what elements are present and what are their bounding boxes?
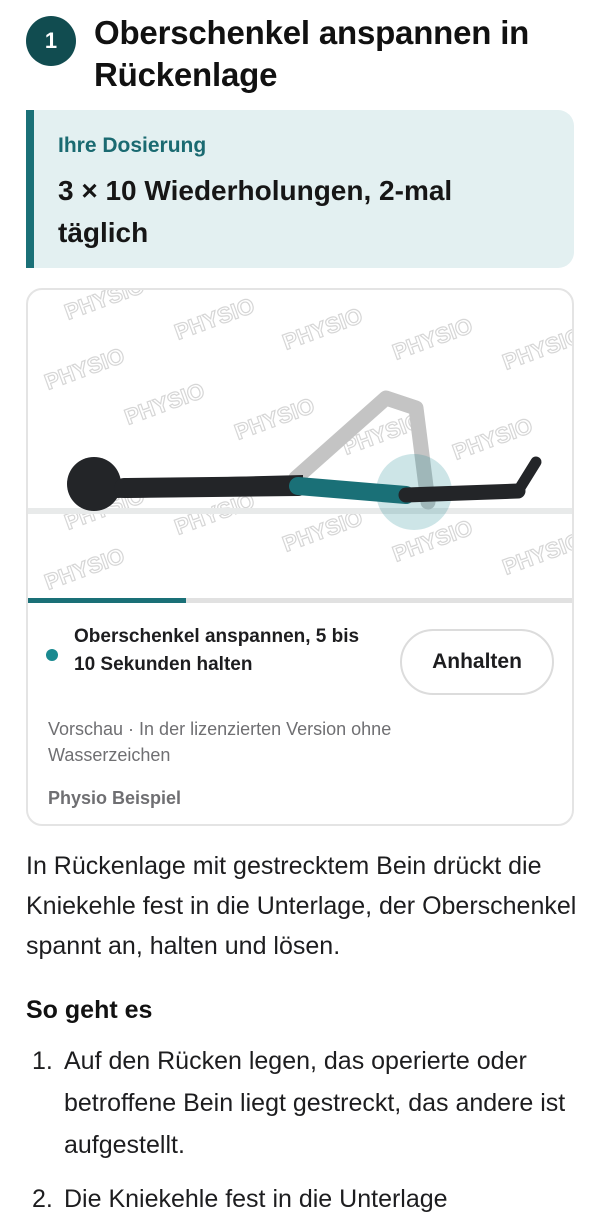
how-to-steps: 1. Auf den Rücken legen, das operierte o…: [26, 1040, 582, 1232]
dosage-value: 3 × 10 Wiederholungen, 2-mal täglich: [58, 175, 453, 248]
figure-head: [67, 457, 121, 511]
watermark-text: PHYSIO: [41, 343, 128, 395]
step-number: 2.: [32, 1185, 53, 1213]
stop-button[interactable]: Anhalten: [400, 629, 554, 695]
step-text: Auf den Rücken legen, das operierte oder…: [64, 1047, 566, 1159]
figure-lower-leg: [398, 483, 526, 503]
cue-row: Oberschenkel anspannen, 5 bis 10 Sekunde…: [28, 603, 572, 695]
how-to-heading: So geht es: [26, 996, 153, 1024]
exercise-title: Oberschenkel anspannen in Rückenlage: [94, 14, 530, 93]
watermark-text: PHYSIO: [121, 378, 208, 430]
how-to-step: 2. Die Kniekehle fest in die Unterlage: [26, 1178, 582, 1220]
watermark-text: PHYSIO: [449, 413, 536, 465]
watermark-text: PHYSIO: [61, 290, 148, 325]
cue-indicator-dot: [46, 649, 58, 661]
exercise-animation: PHYSIO PHYSIO PHYSIO PHYSIO PHYSIOPHYSIOPHYS…: [28, 290, 572, 595]
step-text: Die Kniekehle fest in die Unterlage: [64, 1185, 448, 1213]
watermark-text: PHYSIO: [389, 313, 476, 365]
brand-label: Physio Beispiel: [48, 788, 182, 808]
preview-note: Vorschau · In der lizenzierten Version o…: [48, 719, 392, 765]
watermark-text: PHYSIO: [499, 528, 572, 580]
floor-line: [28, 508, 572, 514]
exercise-description: In Rückenlage mit gestrecktem Bein drück…: [26, 852, 577, 960]
figure-foot: [512, 456, 542, 497]
figure-thigh: [289, 477, 415, 504]
watermark-text: PHYSIO: [231, 393, 318, 445]
dosage-label: Ihre Dosierung: [58, 134, 207, 157]
step-number: 1.: [32, 1047, 53, 1075]
watermark-text: PHYSIO: [41, 543, 128, 595]
dosage-callout: Ihre Dosierung 3 × 10 Wiederholungen, 2-…: [26, 110, 574, 268]
cue-text: Oberschenkel anspannen, 5 bis 10 Sekunde…: [74, 626, 360, 675]
watermark-text: PHYSIO: [171, 293, 258, 345]
exercise-illustration: PHYSIO PHYSIO PHYSIO PHYSIO PHYSIO PHYSIO PHYS…: [28, 290, 572, 598]
exercise-player-card: PHYSIO PHYSIO PHYSIO PHYSIO PHYSIO PHYSIO PHYS…: [26, 288, 574, 826]
watermark-text: PHYSIO: [279, 303, 366, 355]
watermark-text: PHYSIO: [499, 323, 572, 375]
watermark-pattern: PHYSIO PHYSIO PHYSIO PHYSIO PHYSIOPHYSIOPHYS…: [41, 290, 572, 595]
step-number-badge: 1: [26, 16, 76, 66]
how-to-step: 1. Auf den Rücken legen, das operierte o…: [26, 1040, 582, 1166]
